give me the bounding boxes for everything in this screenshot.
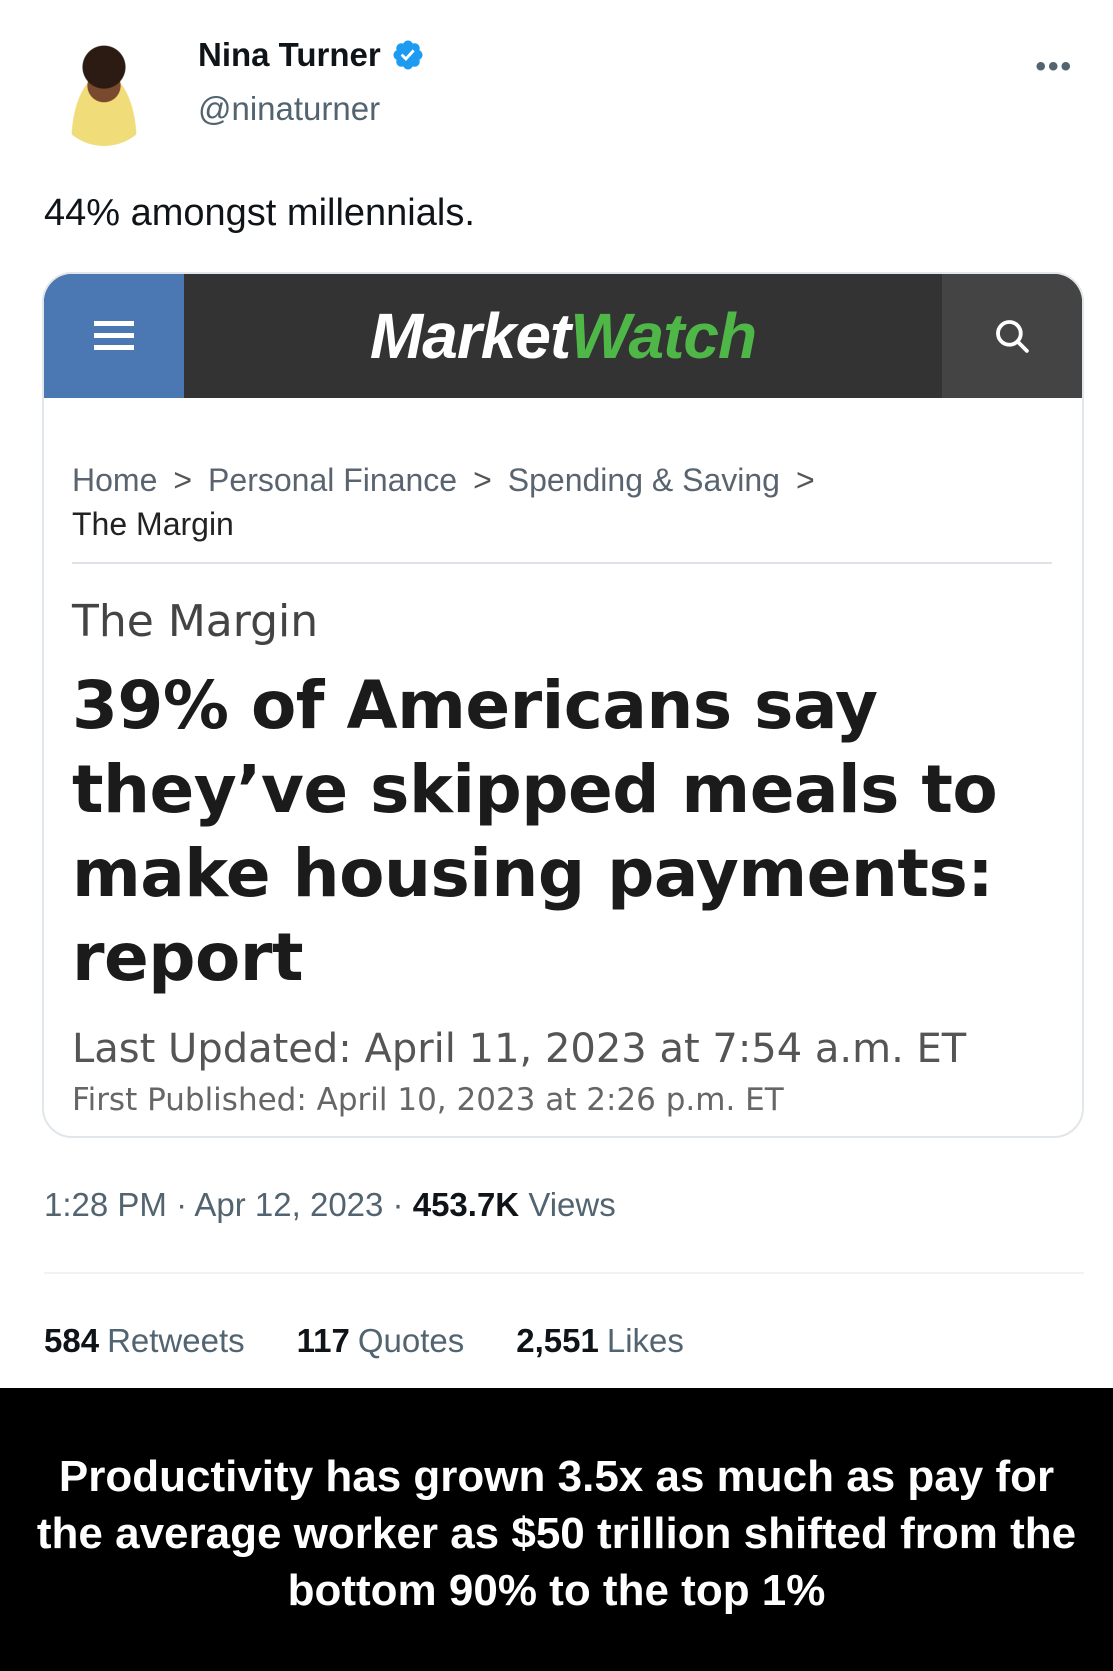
likes-label: Likes <box>606 1322 684 1359</box>
breadcrumb-current[interactable]: The Margin <box>72 502 1032 546</box>
marketwatch-logo[interactable]: Market Watch <box>184 274 942 398</box>
retweets-stat[interactable]: 584 Retweets <box>44 1322 245 1360</box>
caption-band: Productivity has grown 3.5x as much as p… <box>0 1388 1113 1671</box>
screenshot: Nina Turner @ninaturner ••• 44% amongst … <box>0 0 1113 1671</box>
search-icon <box>996 320 1029 353</box>
likes-count: 2,551 <box>516 1322 599 1359</box>
quotes-stat[interactable]: 117 Quotes <box>297 1322 465 1360</box>
article-headline[interactable]: 39% of Americans say they’ve skipped mea… <box>72 664 1032 1000</box>
first-published: First Published: April 10, 2023 at 2:26 … <box>72 1082 784 1118</box>
more-options-icon[interactable]: ••• <box>1035 50 1073 84</box>
search-button[interactable] <box>942 274 1082 398</box>
breadcrumb-separator: > <box>473 462 492 498</box>
divider <box>72 562 1052 564</box>
breadcrumb-spending-saving[interactable]: Spending & Saving <box>508 462 780 498</box>
tweet-timestamp[interactable]: 1:28 PM · Apr 12, 2023 · <box>44 1186 413 1223</box>
quotes-label: Quotes <box>357 1322 465 1359</box>
author-avatar[interactable] <box>50 30 158 146</box>
logo-watch-text: Watch <box>570 300 757 372</box>
verified-badge-icon <box>393 40 423 70</box>
breadcrumb-separator: > <box>173 462 193 498</box>
breadcrumb-home[interactable]: Home <box>72 462 157 498</box>
meme-caption: Productivity has grown 3.5x as much as p… <box>36 1452 1077 1615</box>
hamburger-menu-icon <box>94 321 134 351</box>
tweet-text: 44% amongst millennials. <box>44 192 475 234</box>
views-count: 453.7K <box>412 1186 520 1223</box>
engagement-stats: 584 Retweets 117 Quotes 2,551 Likes <box>44 1322 684 1360</box>
breadcrumb-personal-finance[interactable]: Personal Finance <box>208 462 457 498</box>
breadcrumb: Home > Personal Finance > Spending & Saving >… <box>72 458 1032 546</box>
retweets-count: 584 <box>44 1322 100 1359</box>
marketwatch-header: Market Watch <box>44 274 1082 398</box>
author-name[interactable]: Nina Turner <box>198 36 381 74</box>
link-preview-card[interactable]: Market Watch Home > Personal Finance > Spendi… <box>42 272 1084 1138</box>
section-label[interactable]: The Margin <box>72 596 318 647</box>
author-handle[interactable]: @ninaturner <box>198 90 380 128</box>
logo-market-text: Market <box>369 300 571 372</box>
last-updated: Last Updated: April 11, 2023 at 7:54 a.m… <box>72 1026 967 1072</box>
breadcrumb-separator: > <box>795 462 815 498</box>
retweets-label: Retweets <box>107 1322 245 1359</box>
divider <box>44 1272 1084 1274</box>
likes-stat[interactable]: 2,551 Likes <box>516 1322 684 1360</box>
tweet-meta: 1:28 PM · Apr 12, 2023 · 453.7K Views <box>44 1186 616 1224</box>
author-name-row[interactable]: Nina Turner <box>198 36 425 74</box>
quotes-count: 117 <box>296 1322 350 1359</box>
menu-button[interactable] <box>44 274 184 398</box>
views-label: Views <box>528 1186 616 1223</box>
